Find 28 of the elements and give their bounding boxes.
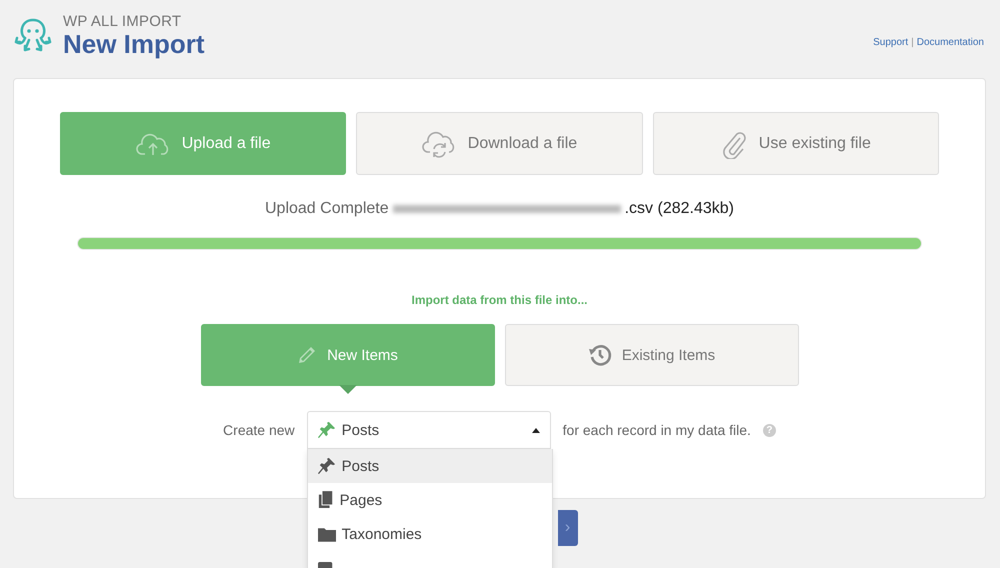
- link-separator: |: [911, 37, 914, 48]
- header-link[interactable]: Support: [873, 37, 908, 48]
- create-suffix: for each record in my data file.: [562, 422, 751, 438]
- create-label: Create new: [223, 422, 295, 438]
- cloud-sync-icon: [422, 130, 456, 158]
- pin-icon: [318, 421, 336, 439]
- source-tab[interactable]: Upload a file: [60, 112, 346, 175]
- import-prompt: Import data from this file into...: [410, 293, 588, 307]
- dropdown-option[interactable]: Posts: [308, 449, 552, 483]
- continue-button[interactable]: ›: [558, 510, 578, 546]
- pin-icon: [318, 457, 336, 475]
- history-icon: [588, 343, 612, 367]
- dropdown-option[interactable]: Taxonomies: [308, 517, 552, 551]
- pages-icon: [318, 491, 334, 509]
- folder-icon: [318, 526, 336, 542]
- target-tab[interactable]: Existing Items: [504, 324, 798, 386]
- dropdown-option[interactable]: Pages: [308, 483, 552, 517]
- source-tab[interactable]: Use existing file: [652, 112, 939, 175]
- post-type-select[interactable]: Posts: [306, 411, 551, 449]
- file-size: .csv (282.43kb): [624, 200, 734, 218]
- brand-name: WP ALL IMPORT: [63, 13, 182, 30]
- caret-icon: [532, 428, 540, 432]
- pencil-icon: [297, 345, 318, 365]
- tab-pointer: [338, 385, 356, 394]
- header-link[interactable]: Documentation: [916, 37, 984, 48]
- source-tab[interactable]: Download a file: [356, 112, 643, 175]
- upload-status: Upload Complete: [264, 200, 389, 218]
- page-title: New Import: [63, 30, 205, 58]
